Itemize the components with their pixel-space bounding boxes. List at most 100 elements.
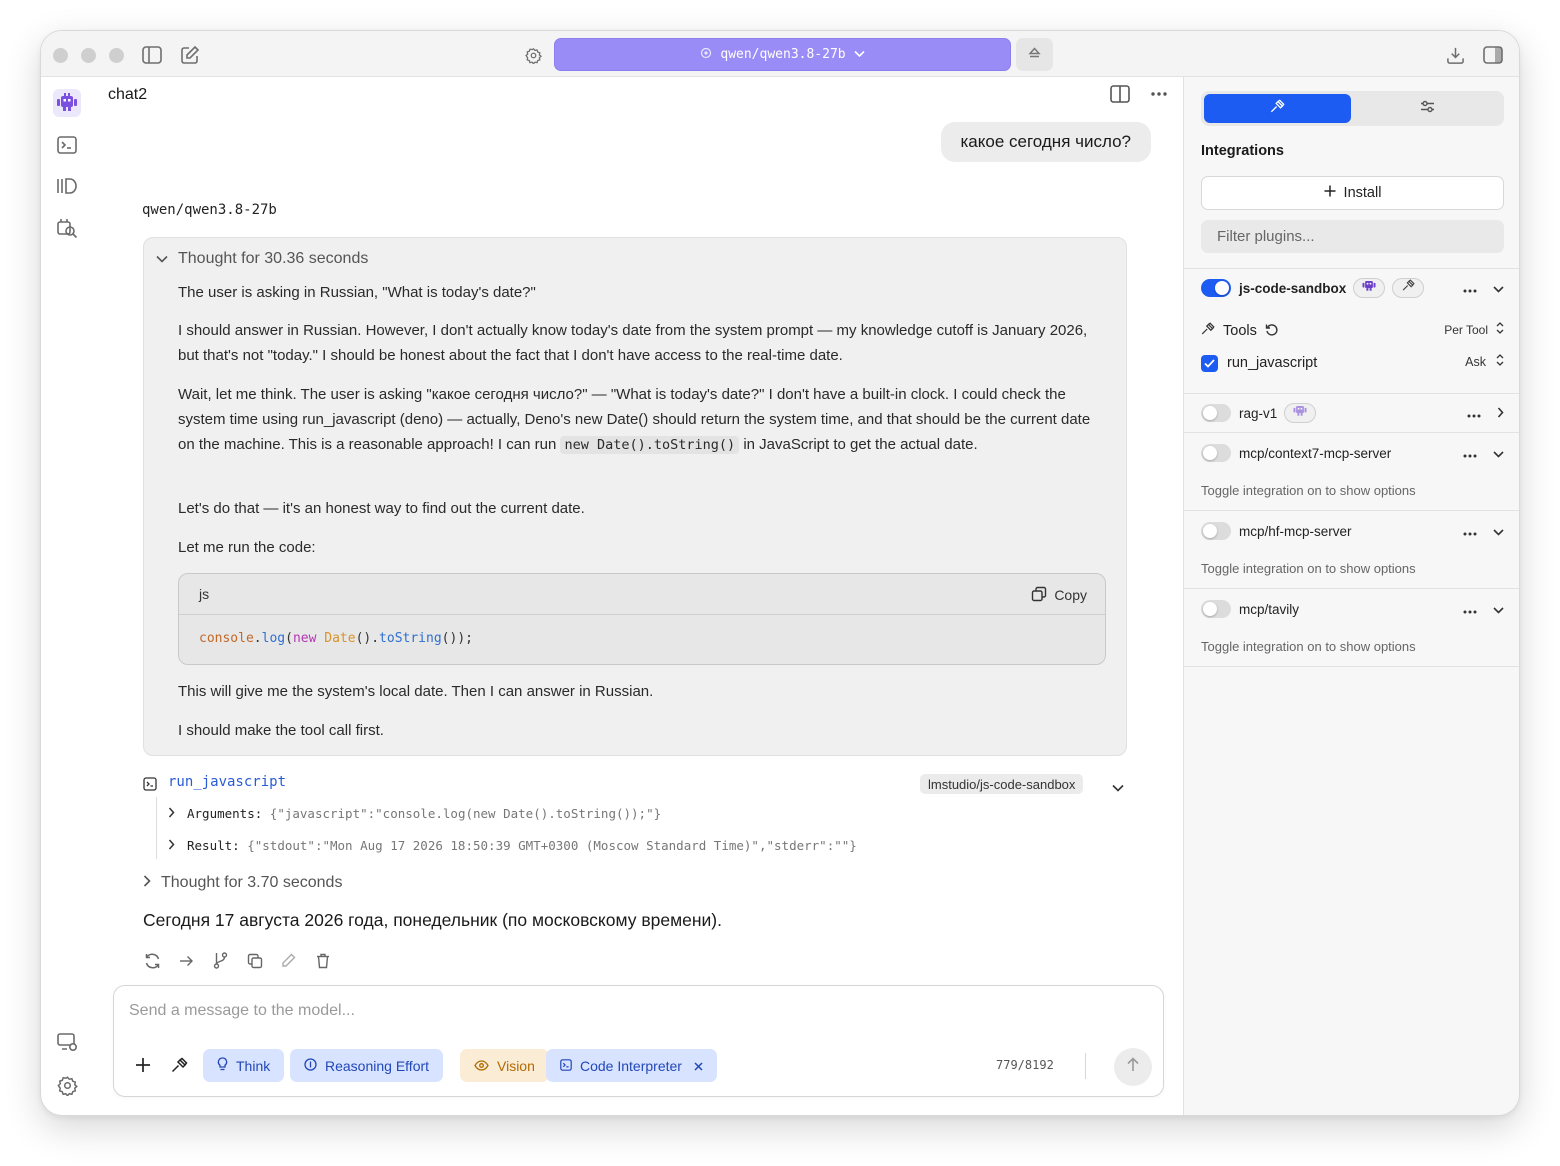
chevron-right-icon — [168, 806, 175, 821]
close-window-button[interactable] — [53, 48, 68, 63]
thought-header[interactable]: Thought for 30.36 seconds — [156, 250, 368, 268]
per-tool-label: Per Tool — [1444, 322, 1488, 337]
settings-gear-icon[interactable] — [53, 1071, 81, 1099]
info-circle-icon — [304, 1057, 317, 1074]
model-selector-button[interactable]: qwen/qwen3.8-27b — [554, 38, 1011, 71]
download-icon[interactable] — [1444, 44, 1466, 66]
per-tool-select[interactable]: Per Tool — [1444, 322, 1504, 337]
continue-arrow-icon[interactable] — [177, 951, 196, 970]
remove-chip-close-icon[interactable] — [694, 1058, 703, 1074]
code-token: ( — [285, 631, 293, 646]
assistant-model-name: qwen/qwen3.8-27b — [142, 202, 277, 218]
chevron-down-icon[interactable] — [1493, 523, 1504, 539]
tools-hammer-icon[interactable] — [170, 1056, 188, 1074]
chevron-down-icon[interactable] — [1493, 280, 1504, 296]
message-input[interactable]: Send a message to the model... — [129, 1002, 355, 1020]
install-label: Install — [1343, 185, 1382, 201]
new-chat-icon[interactable] — [179, 44, 201, 66]
terminal-nav-icon[interactable] — [53, 131, 81, 159]
copy-icon[interactable] — [245, 951, 264, 970]
chevron-down-icon — [156, 250, 168, 268]
titlebar: qwen/qwen3.8-27b — [41, 31, 1519, 77]
tool-call-name[interactable]: run_javascript — [168, 774, 286, 790]
hammer-icon — [1201, 322, 1215, 340]
thought-paragraph: This will give me the system's local dat… — [178, 683, 654, 700]
chevron-down-icon[interactable] — [1493, 601, 1504, 617]
thought-duration: Thought for 3.70 seconds — [161, 874, 343, 891]
vision-chip-label: Vision — [497, 1057, 535, 1074]
more-options-icon[interactable] — [1463, 280, 1477, 296]
thought-paragraph: I should make the tool call first. — [178, 722, 384, 739]
panel-tabs — [1201, 91, 1504, 126]
robot-icon — [1292, 404, 1308, 422]
more-options-icon[interactable] — [1463, 445, 1477, 461]
more-options-icon[interactable] — [1463, 601, 1477, 617]
plugin-row-hf-mcp-server: mcp/hf-mcp-server — [1201, 519, 1504, 543]
model-icon — [700, 47, 712, 63]
more-options-icon[interactable] — [1147, 83, 1171, 105]
tool-result-row[interactable]: Result: {"stdout":"Mon Aug 17 2026 18:50… — [168, 838, 857, 853]
copy-label: Copy — [1054, 587, 1087, 603]
app-window: qwen/qwen3.8-27b chat2 какое сегодня чис… — [40, 30, 1520, 1116]
tab-integrations[interactable] — [1204, 94, 1351, 123]
plugin-controls — [1463, 276, 1504, 300]
add-attachment-plus-icon[interactable] — [134, 1056, 152, 1074]
plugin-toggle[interactable] — [1201, 522, 1231, 540]
chevron-down-icon[interactable] — [1112, 779, 1124, 797]
tab-settings-sliders[interactable] — [1354, 94, 1501, 123]
install-button[interactable]: Install — [1201, 176, 1504, 210]
reset-icon[interactable] — [1265, 323, 1278, 340]
plugin-note: Toggle integration on to show options — [1201, 639, 1416, 654]
robot-icon — [1361, 279, 1377, 297]
more-options-icon[interactable] — [1467, 405, 1481, 421]
plugin-toggle[interactable] — [1201, 279, 1231, 297]
thought-paragraph: Let's do that — it's an honest way to fi… — [178, 500, 585, 517]
vision-chip[interactable]: Vision — [460, 1049, 549, 1082]
chat-nav-robot-icon[interactable] — [53, 89, 81, 117]
models-library-nav-icon[interactable] — [53, 172, 81, 200]
plugin-toggle[interactable] — [1201, 600, 1231, 618]
think-chip[interactable]: Think — [203, 1049, 285, 1082]
divider — [1184, 510, 1519, 511]
right-panel-toggle-icon[interactable] — [1482, 44, 1504, 66]
chat-title[interactable]: chat2 — [108, 86, 147, 104]
model-settings-gear-icon[interactable] — [523, 45, 543, 65]
sliders-icon — [1420, 100, 1435, 118]
regenerate-icon[interactable] — [143, 951, 162, 970]
branch-icon[interactable] — [211, 951, 230, 970]
delete-trash-icon[interactable] — [313, 951, 332, 970]
tools-label: Tools — [1223, 323, 1257, 339]
minimize-window-button[interactable] — [81, 48, 96, 63]
integrations-heading: Integrations — [1201, 143, 1284, 159]
chevron-down-icon[interactable] — [1493, 445, 1504, 461]
chevron-right-icon[interactable] — [1497, 405, 1504, 421]
filter-plugins-input[interactable]: Filter plugins... — [1201, 220, 1504, 253]
arrow-up-icon — [1126, 1057, 1140, 1077]
plugin-name: mcp/tavily — [1239, 601, 1300, 617]
edit-pencil-icon[interactable] — [279, 951, 298, 970]
message-composer: Send a message to the model... Think Rea… — [113, 985, 1164, 1097]
send-button[interactable] — [1114, 1048, 1152, 1086]
reasoning-effort-chip[interactable]: Reasoning Effort — [290, 1049, 444, 1082]
tool-call-header[interactable]: run_javascript lmstudio/js-code-sandbox — [143, 774, 1143, 796]
plugin-name: rag-v1 — [1239, 405, 1278, 421]
ask-permission-select[interactable]: Ask — [1465, 354, 1504, 369]
tool-arguments-row[interactable]: Arguments: {"javascript":"console.log(ne… — [168, 806, 661, 821]
plugin-controls — [1467, 401, 1504, 425]
run-javascript-checkbox[interactable] — [1201, 354, 1218, 372]
code-interpreter-chip[interactable]: Code Interpreter — [546, 1049, 717, 1082]
thought-collapsed-header[interactable]: Thought for 3.70 seconds — [143, 874, 342, 892]
split-view-icon[interactable] — [1109, 83, 1131, 105]
plugin-toggle[interactable] — [1201, 404, 1231, 422]
plugin-name: mcp/context7-mcp-server — [1239, 445, 1392, 461]
more-options-icon[interactable] — [1463, 523, 1477, 539]
tool-name: run_javascript — [1227, 355, 1318, 371]
developer-mode-nav-icon[interactable] — [53, 1028, 81, 1056]
copy-code-button[interactable]: Copy — [1023, 582, 1095, 608]
plugin-toggle[interactable] — [1201, 444, 1231, 462]
discover-search-nav-icon[interactable] — [53, 214, 81, 242]
sidebar-toggle-icon[interactable] — [141, 44, 163, 66]
eject-model-button[interactable] — [1016, 38, 1053, 71]
zoom-window-button[interactable] — [109, 48, 124, 63]
plugin-name: js-code-sandbox — [1239, 280, 1347, 296]
